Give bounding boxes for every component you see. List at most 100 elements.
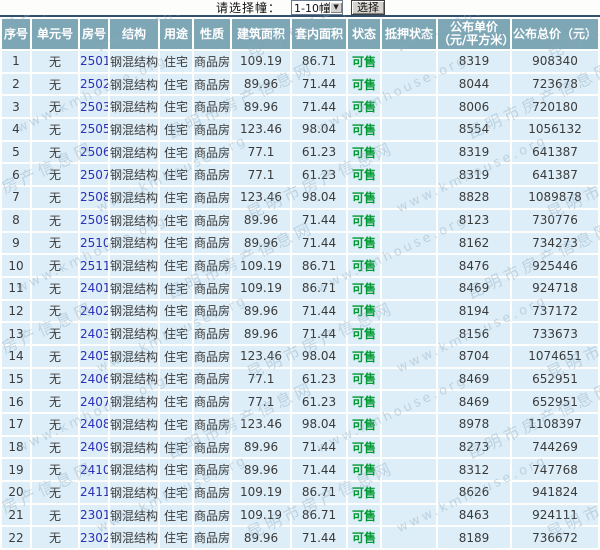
cell-structure: 钢混结构 — [110, 459, 158, 481]
column-header-total-price: 公布总价（元） — [512, 19, 598, 49]
room-number-link[interactable]: 2407 — [80, 395, 108, 409]
cell-room[interactable]: 2401 — [80, 277, 108, 299]
cell-room[interactable]: 2508 — [80, 187, 108, 208]
cell-inner-area: 98.04 — [292, 119, 346, 140]
cell-room[interactable]: 2302 — [80, 527, 108, 549]
cell-room[interactable]: 2506 — [80, 141, 108, 163]
cell-mortgage — [382, 51, 436, 72]
cell-total-price: 723678 — [512, 73, 598, 95]
table-row: 8 无 2509 钢混结构 住宅 商品房 89.96 71.44 可售 8123 730776 — [2, 209, 598, 231]
cell-structure: 钢混结构 — [110, 391, 158, 412]
cell-status: 可售 — [348, 141, 380, 163]
cell-room[interactable]: 2502 — [80, 73, 108, 95]
cell-build-area: 77.1 — [232, 164, 290, 186]
room-number-link[interactable]: 2507 — [80, 168, 108, 182]
cell-inner-area: 61.23 — [292, 368, 346, 390]
room-number-link[interactable]: 2408 — [80, 417, 108, 431]
room-number-link[interactable]: 2511 — [80, 259, 108, 273]
cell-nature: 商品房 — [194, 527, 230, 549]
cell-nature: 商品房 — [194, 73, 230, 95]
table-row: 14 无 2405 钢混结构 住宅 商品房 123.46 98.04 可售 8704 1074651 — [2, 345, 598, 367]
cell-total-price: 1056132 — [512, 119, 598, 140]
column-header-seq: 序号 — [2, 19, 30, 49]
room-number-link[interactable]: 2301 — [80, 508, 108, 522]
cell-seq: 2 — [2, 73, 30, 95]
cell-room[interactable]: 2301 — [80, 504, 108, 526]
table-row: 19 无 2410 钢混结构 住宅 商品房 89.96 71.44 可售 8312 747768 — [2, 459, 598, 481]
cell-mortgage — [382, 96, 436, 118]
cell-room[interactable]: 2501 — [80, 51, 108, 72]
cell-mortgage — [382, 164, 436, 186]
top-control-bar: 请选择幢： 1-10幢 ▼ 选择 — [0, 0, 600, 15]
cell-status: 可售 — [348, 51, 380, 72]
building-select[interactable]: 1-10幢 ▼ — [291, 0, 344, 15]
cell-unit: 无 — [32, 51, 78, 72]
cell-room[interactable]: 2411 — [80, 482, 108, 503]
cell-build-area: 123.46 — [232, 414, 290, 435]
room-number-link[interactable]: 2410 — [80, 463, 108, 477]
cell-unit: 无 — [32, 414, 78, 435]
cell-inner-area: 71.44 — [292, 323, 346, 344]
cell-unit: 无 — [32, 164, 78, 186]
cell-room[interactable]: 2403 — [80, 323, 108, 344]
cell-nature: 商品房 — [194, 96, 230, 118]
cell-unit-price: 8463 — [438, 504, 510, 526]
room-number-link[interactable]: 2506 — [80, 145, 108, 159]
cell-room[interactable]: 2407 — [80, 391, 108, 412]
cell-status: 可售 — [348, 345, 380, 367]
cell-use: 住宅 — [160, 141, 192, 163]
cell-seq: 13 — [2, 323, 30, 344]
cell-mortgage — [382, 141, 436, 163]
cell-room[interactable]: 2503 — [80, 96, 108, 118]
cell-total-price: 925446 — [512, 255, 598, 276]
cell-mortgage — [382, 482, 436, 503]
select-button[interactable]: 选择 — [351, 0, 386, 15]
room-number-link[interactable]: 2508 — [80, 190, 108, 204]
room-number-link[interactable]: 2401 — [80, 281, 108, 295]
chevron-down-icon[interactable]: ▼ — [329, 2, 343, 13]
cell-room[interactable]: 2505 — [80, 119, 108, 140]
cell-build-area: 89.96 — [232, 209, 290, 231]
room-number-link[interactable]: 2409 — [80, 440, 108, 454]
cell-room[interactable]: 2507 — [80, 164, 108, 186]
table-row: 2 无 2502 钢混结构 住宅 商品房 89.96 71.44 可售 8044 723678 — [2, 73, 598, 95]
cell-unit: 无 — [32, 141, 78, 163]
cell-nature: 商品房 — [194, 391, 230, 412]
cell-total-price: 1074651 — [512, 345, 598, 367]
cell-room[interactable]: 2408 — [80, 414, 108, 435]
cell-mortgage — [382, 232, 436, 254]
cell-room[interactable]: 2509 — [80, 209, 108, 231]
room-number-link[interactable]: 2302 — [80, 531, 108, 545]
cell-build-area: 89.96 — [232, 300, 290, 322]
cell-room[interactable]: 2511 — [80, 255, 108, 276]
room-number-link[interactable]: 2405 — [80, 349, 108, 363]
cell-room[interactable]: 2409 — [80, 436, 108, 458]
cell-structure: 钢混结构 — [110, 504, 158, 526]
room-number-link[interactable]: 2402 — [80, 304, 108, 318]
cell-seq: 21 — [2, 504, 30, 526]
cell-room[interactable]: 2402 — [80, 300, 108, 322]
cell-room[interactable]: 2410 — [80, 459, 108, 481]
cell-build-area: 123.46 — [232, 119, 290, 140]
cell-unit: 无 — [32, 345, 78, 367]
room-number-link[interactable]: 2502 — [80, 77, 108, 91]
room-number-link[interactable]: 2503 — [80, 100, 108, 114]
column-header-use: 用途 — [160, 19, 192, 49]
cell-room[interactable]: 2510 — [80, 232, 108, 254]
cell-inner-area: 86.71 — [292, 51, 346, 72]
cell-room[interactable]: 2405 — [80, 345, 108, 367]
cell-seq: 18 — [2, 436, 30, 458]
room-number-link[interactable]: 2505 — [80, 122, 108, 136]
room-number-link[interactable]: 2406 — [80, 372, 108, 386]
cell-use: 住宅 — [160, 187, 192, 208]
cell-nature: 商品房 — [194, 209, 230, 231]
room-number-link[interactable]: 2501 — [80, 54, 108, 68]
header-row: 序号 单元号 房号 结构 用途 性质 建筑面积 套内面积 状态 抵押状态 公布单… — [2, 19, 598, 49]
table-row: 7 无 2508 钢混结构 住宅 商品房 123.46 98.04 可售 8828 1089878 — [2, 187, 598, 208]
room-number-link[interactable]: 2510 — [80, 236, 108, 250]
cell-room[interactable]: 2406 — [80, 368, 108, 390]
cell-status: 可售 — [348, 323, 380, 344]
room-number-link[interactable]: 2403 — [80, 327, 108, 341]
room-number-link[interactable]: 2411 — [80, 485, 108, 499]
room-number-link[interactable]: 2509 — [80, 213, 108, 227]
